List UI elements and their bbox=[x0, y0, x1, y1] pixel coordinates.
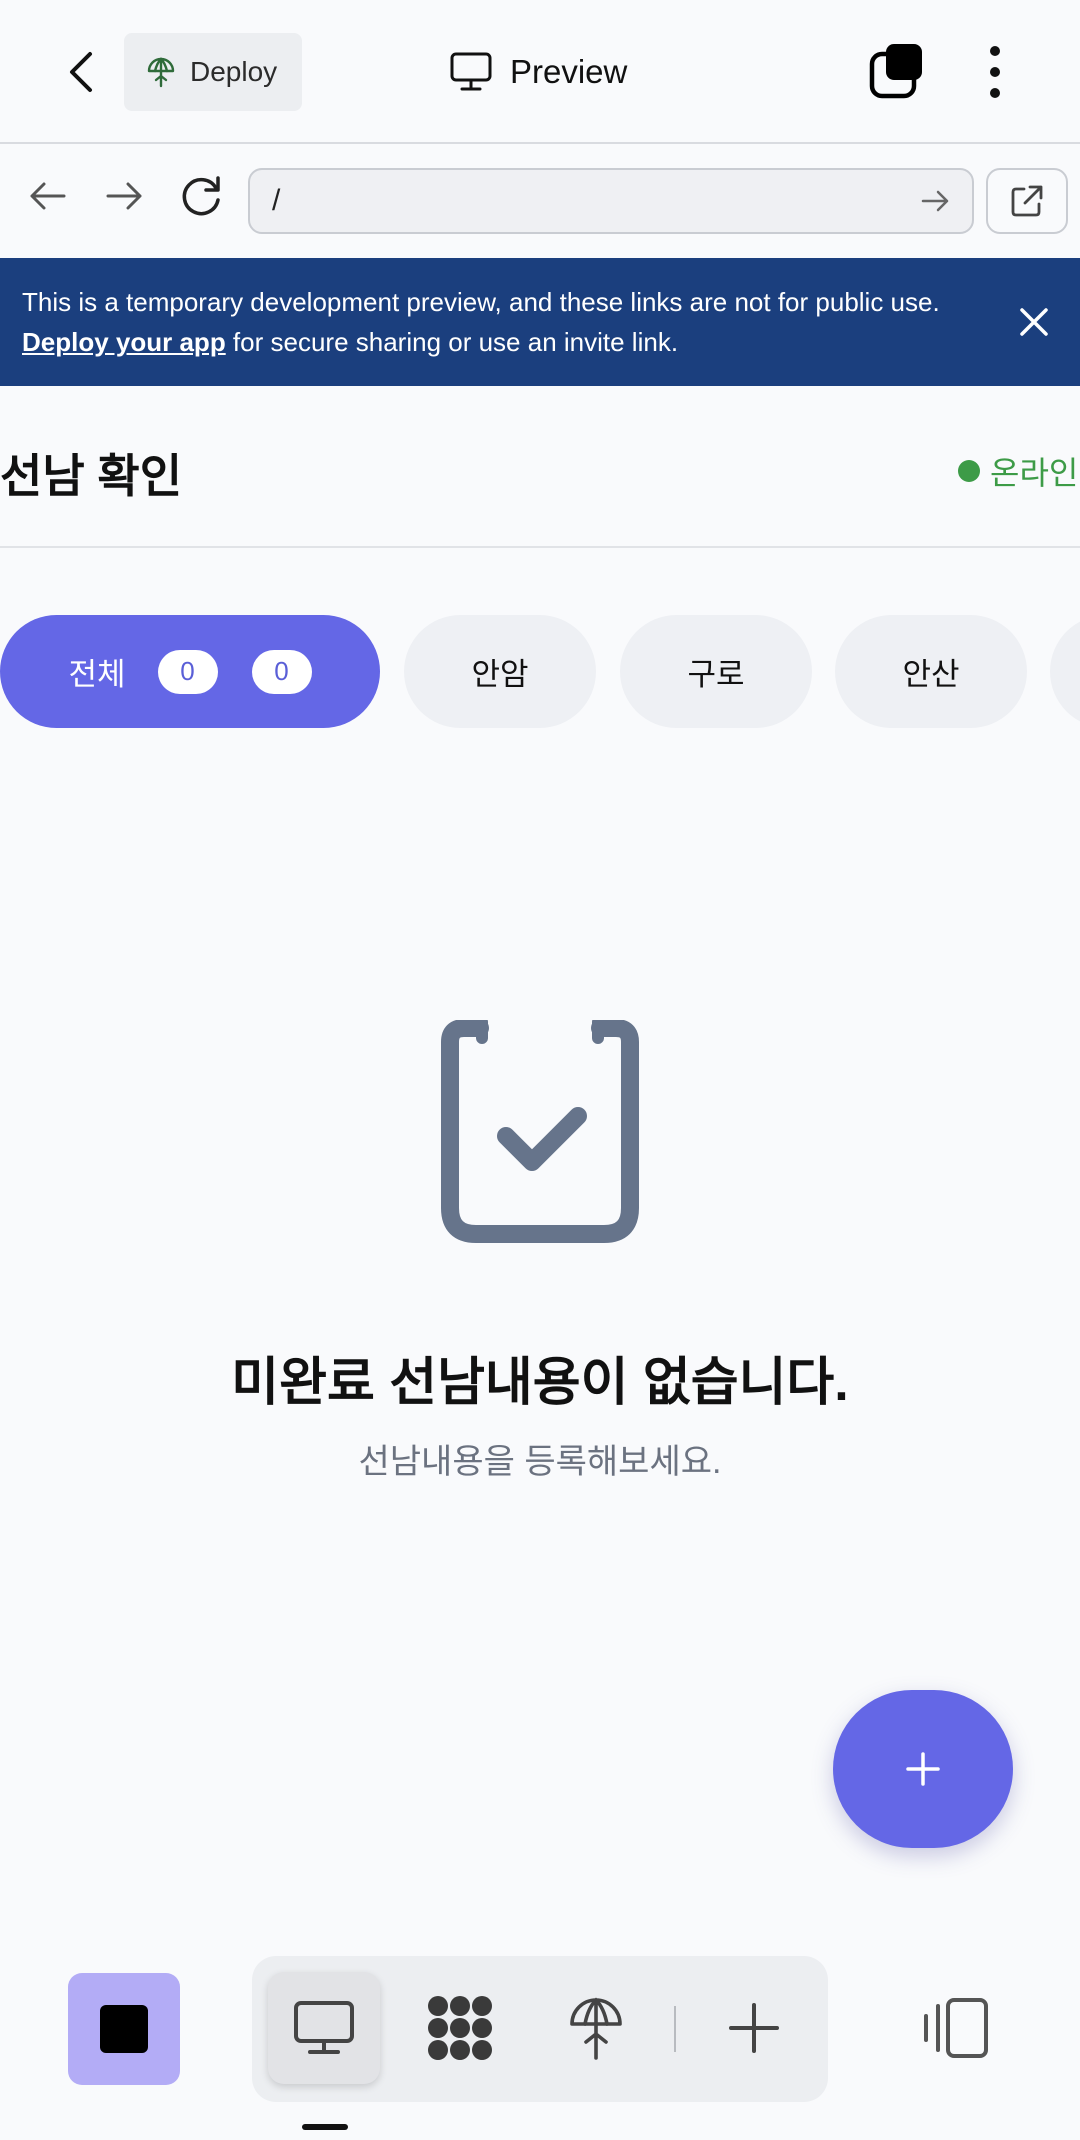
empty-state-subtitle: 선남내용을 등록해보세요. bbox=[358, 1443, 722, 1481]
count-badge: 0 bbox=[157, 649, 218, 694]
preview-label: Preview bbox=[510, 53, 628, 90]
tool-add[interactable] bbox=[698, 1972, 810, 2084]
filter-chip-all[interactable]: 전체 0 0 bbox=[0, 615, 380, 728]
refresh-icon[interactable] bbox=[180, 174, 224, 218]
plus-icon bbox=[906, 1752, 940, 1786]
tool-group bbox=[252, 1956, 828, 2102]
top-bar: Deploy Preview bbox=[0, 0, 1080, 144]
stop-icon bbox=[100, 2005, 148, 2053]
back-button[interactable] bbox=[52, 40, 108, 104]
more-menu-icon[interactable] bbox=[980, 40, 1010, 104]
tool-deploy[interactable] bbox=[540, 1972, 652, 2084]
filter-chip[interactable]: 구로 bbox=[620, 615, 812, 728]
external-link-icon bbox=[1011, 185, 1043, 217]
close-icon[interactable] bbox=[1014, 302, 1054, 342]
deploy-icon bbox=[147, 57, 175, 88]
home-indicator bbox=[302, 2124, 348, 2130]
url-value: / bbox=[272, 184, 281, 217]
open-external-button[interactable] bbox=[986, 168, 1068, 234]
empty-state-title: 미완료 선남내용이 없습니다. bbox=[231, 1354, 849, 1412]
status-label: 온라인 bbox=[990, 455, 1079, 491]
preview-title[interactable]: Preview bbox=[450, 48, 627, 96]
status-dot bbox=[958, 460, 980, 482]
chevron-left-icon bbox=[70, 52, 92, 92]
add-button[interactable] bbox=[833, 1690, 1013, 1848]
count-badge: 0 bbox=[251, 649, 312, 694]
go-arrow-icon[interactable] bbox=[920, 186, 950, 216]
stop-button[interactable] bbox=[68, 1973, 180, 2085]
header-divider bbox=[0, 546, 1080, 548]
arrow-right-icon[interactable] bbox=[102, 174, 146, 218]
filter-chip[interactable]: 안산 bbox=[835, 615, 1027, 728]
arrow-left-icon[interactable] bbox=[26, 174, 70, 218]
url-input[interactable]: / bbox=[248, 168, 974, 234]
tool-separator bbox=[674, 2006, 676, 2052]
tabs-icon[interactable] bbox=[868, 42, 924, 100]
filter-chip-partial[interactable] bbox=[1050, 615, 1080, 728]
filter-chip[interactable]: 안암 bbox=[404, 615, 596, 728]
monitor-icon bbox=[294, 2001, 354, 2054]
banner-text-after: for secure sharing or use an invite link… bbox=[225, 327, 679, 357]
page-title: 선남 확인 bbox=[0, 450, 183, 502]
clipboard-check-icon bbox=[441, 1020, 639, 1243]
filter-chip-all-label: 전체 bbox=[68, 657, 126, 692]
apps-icon bbox=[428, 1996, 492, 2060]
deploy-button[interactable]: Deploy bbox=[124, 33, 302, 111]
panel-toggle-icon[interactable] bbox=[920, 1996, 992, 2060]
deploy-your-app-link[interactable]: Deploy your app bbox=[22, 327, 226, 357]
deploy-label: Deploy bbox=[190, 56, 278, 87]
plus-icon bbox=[729, 2003, 779, 2053]
status-indicator: 온라인 bbox=[958, 448, 1078, 494]
tool-preview[interactable] bbox=[268, 1972, 380, 2084]
deploy-icon bbox=[570, 1997, 622, 2060]
banner-text-before: This is a temporary development preview,… bbox=[22, 287, 940, 317]
preview-banner: This is a temporary development preview,… bbox=[0, 258, 1080, 386]
tool-apps[interactable] bbox=[404, 1972, 516, 2084]
monitor-icon bbox=[450, 52, 492, 91]
